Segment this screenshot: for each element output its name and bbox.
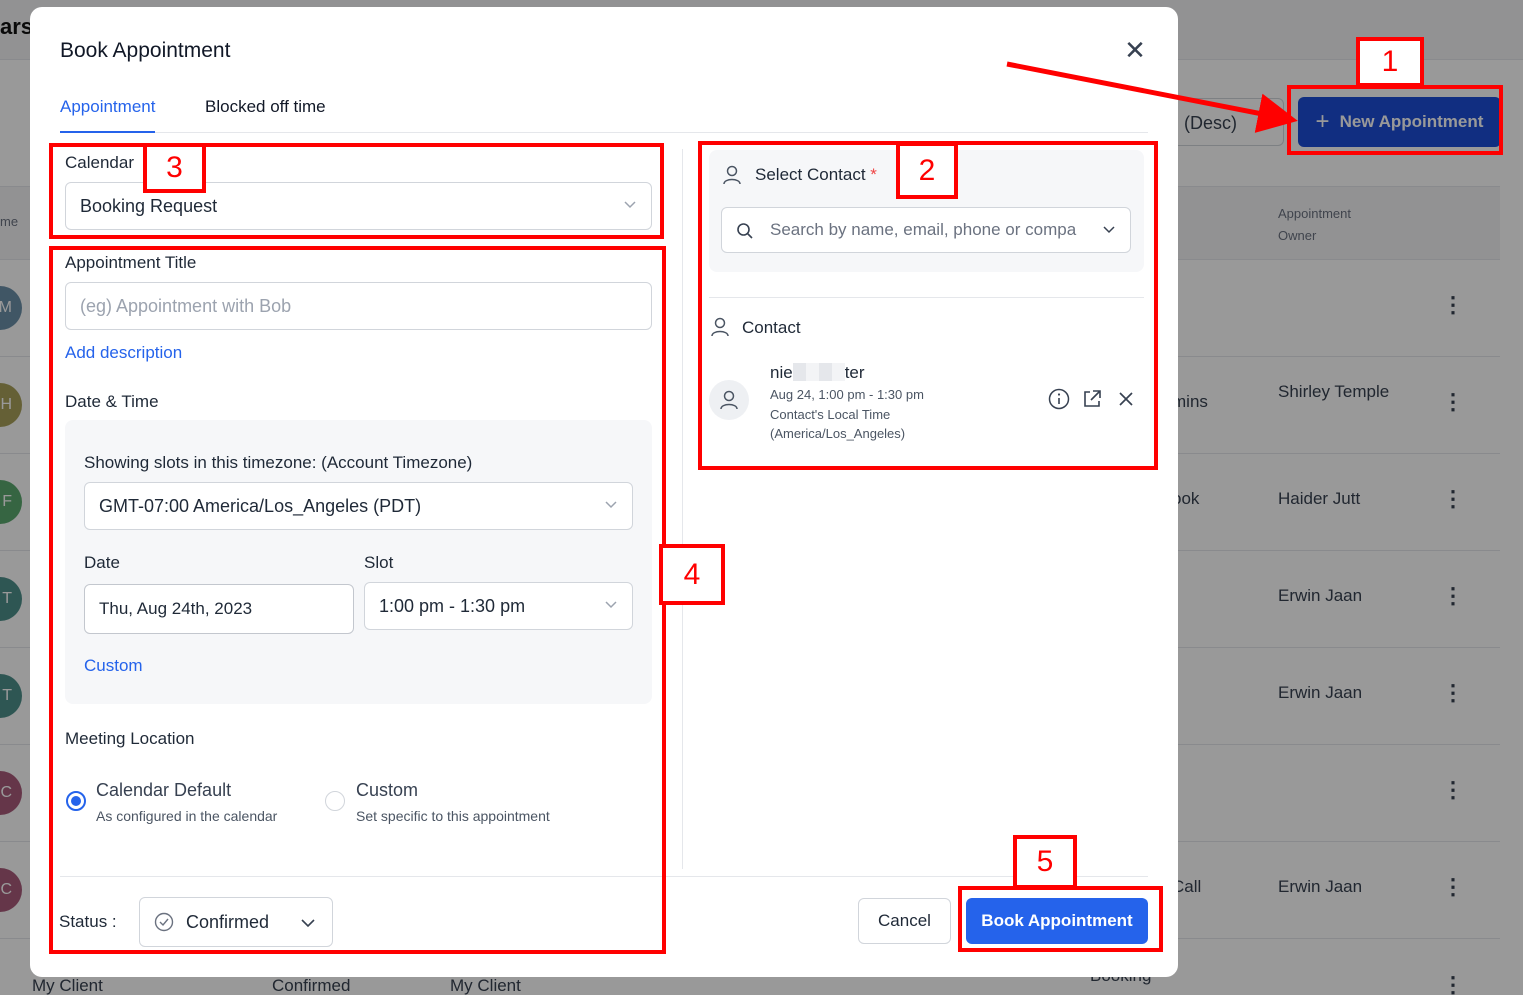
annotation-arrow <box>1006 61 1298 133</box>
